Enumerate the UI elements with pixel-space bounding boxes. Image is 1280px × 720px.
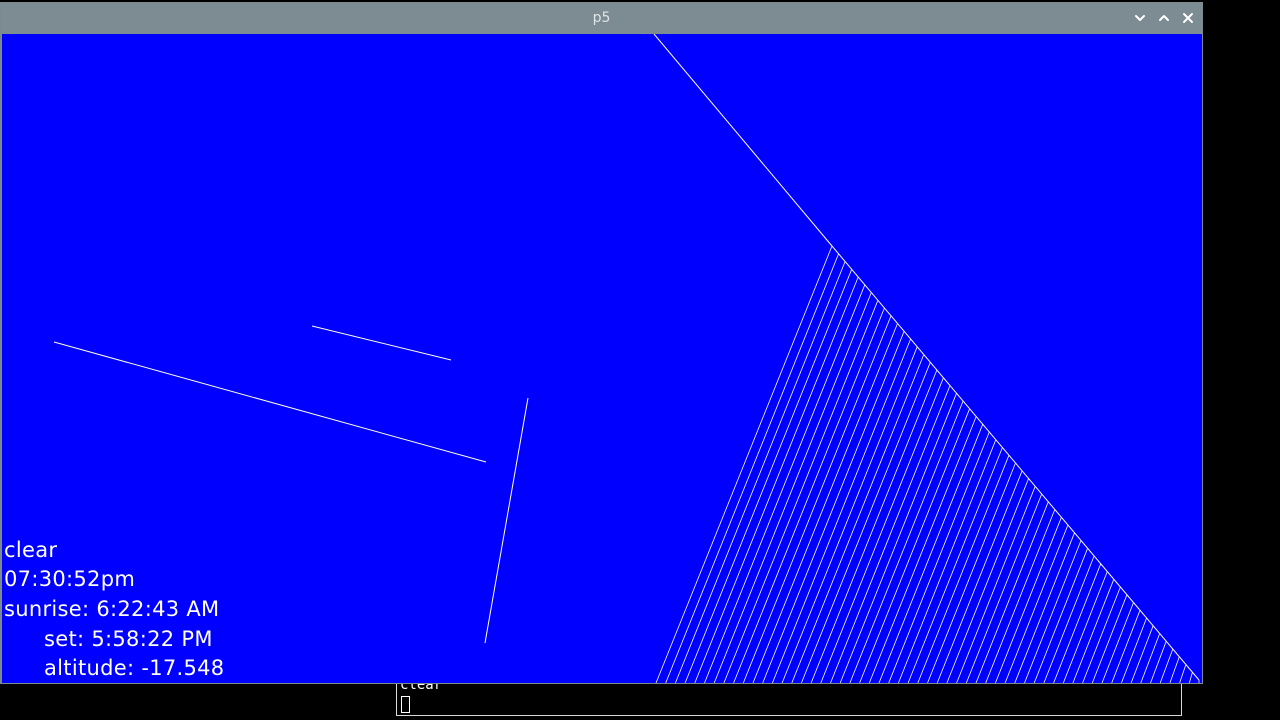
chevron-up-icon xyxy=(1159,15,1169,21)
fan-line xyxy=(965,493,1043,683)
fan-line xyxy=(888,431,990,683)
close-button[interactable] xyxy=(1179,9,1197,27)
fan-line xyxy=(1188,672,1193,683)
fan-line xyxy=(956,486,1036,683)
p5-window: p5 clear 07:30:52pm sunrise: 6:22:43 AM … xyxy=(0,2,1203,684)
weather-status: clear xyxy=(4,538,58,562)
sun-altitude: altitude: -17.548 xyxy=(44,656,225,680)
current-time: 07:30:52pm xyxy=(4,567,136,591)
fan-line xyxy=(1179,664,1187,683)
fan-line xyxy=(1004,524,1069,683)
chevron-down-icon xyxy=(1135,15,1145,21)
sunset-time: set: 5:58:22 PM xyxy=(44,627,213,651)
window-titlebar[interactable]: p5 xyxy=(1,3,1202,33)
sketch-line xyxy=(653,34,833,247)
fan-line xyxy=(655,245,833,683)
fan-line xyxy=(975,501,1049,683)
fan-line xyxy=(1159,648,1174,683)
fan-line xyxy=(1150,641,1167,683)
fan-line xyxy=(1043,555,1095,683)
fan-line xyxy=(723,300,879,683)
fan-line xyxy=(801,362,931,683)
fan-line xyxy=(1033,548,1088,683)
fan-line xyxy=(820,377,944,683)
fan-line xyxy=(810,369,938,683)
fan-line xyxy=(742,315,892,683)
fan-line xyxy=(762,331,905,683)
sunrise-time: sunrise: 6:22:43 AM xyxy=(4,597,220,621)
fan-line xyxy=(927,462,1016,683)
sketch-line xyxy=(53,341,487,463)
fan-line xyxy=(1101,602,1134,683)
fan-line xyxy=(868,416,977,683)
terminal-cursor xyxy=(401,696,410,713)
fan-line xyxy=(781,346,918,683)
fan-line xyxy=(1130,625,1154,683)
fan-line xyxy=(704,284,866,683)
fan-line xyxy=(1140,633,1161,683)
fan-line xyxy=(1121,617,1147,683)
fan-line xyxy=(1053,563,1102,683)
fan-line xyxy=(878,424,984,683)
fan-line xyxy=(665,253,839,683)
fan-line xyxy=(1082,586,1121,683)
p5-canvas[interactable]: clear 07:30:52pm sunrise: 6:22:43 AM set… xyxy=(2,34,1202,683)
sketch-line xyxy=(311,325,452,361)
fan-line xyxy=(917,455,1010,683)
window-title: p5 xyxy=(592,10,611,26)
fan-line xyxy=(995,517,1062,683)
close-icon xyxy=(1183,13,1193,23)
fan-line xyxy=(1091,594,1128,683)
fan-line xyxy=(791,354,925,683)
maximize-button[interactable] xyxy=(1155,9,1173,27)
fan-line xyxy=(936,470,1023,683)
fan-line xyxy=(733,307,885,683)
sketch-line xyxy=(484,397,529,644)
fan-line xyxy=(1062,571,1108,683)
fan-line xyxy=(694,276,859,683)
minimize-button[interactable] xyxy=(1131,9,1149,27)
fan-line xyxy=(907,447,1003,683)
fan-line xyxy=(713,292,872,683)
fan-line xyxy=(830,385,951,683)
fan-line xyxy=(839,393,957,683)
canvas-drawing xyxy=(53,34,1200,683)
fan-line xyxy=(675,261,846,683)
fan-line xyxy=(752,323,898,683)
fan-line xyxy=(1169,656,1180,683)
fan-line xyxy=(1014,532,1075,683)
fan-line xyxy=(849,400,964,683)
